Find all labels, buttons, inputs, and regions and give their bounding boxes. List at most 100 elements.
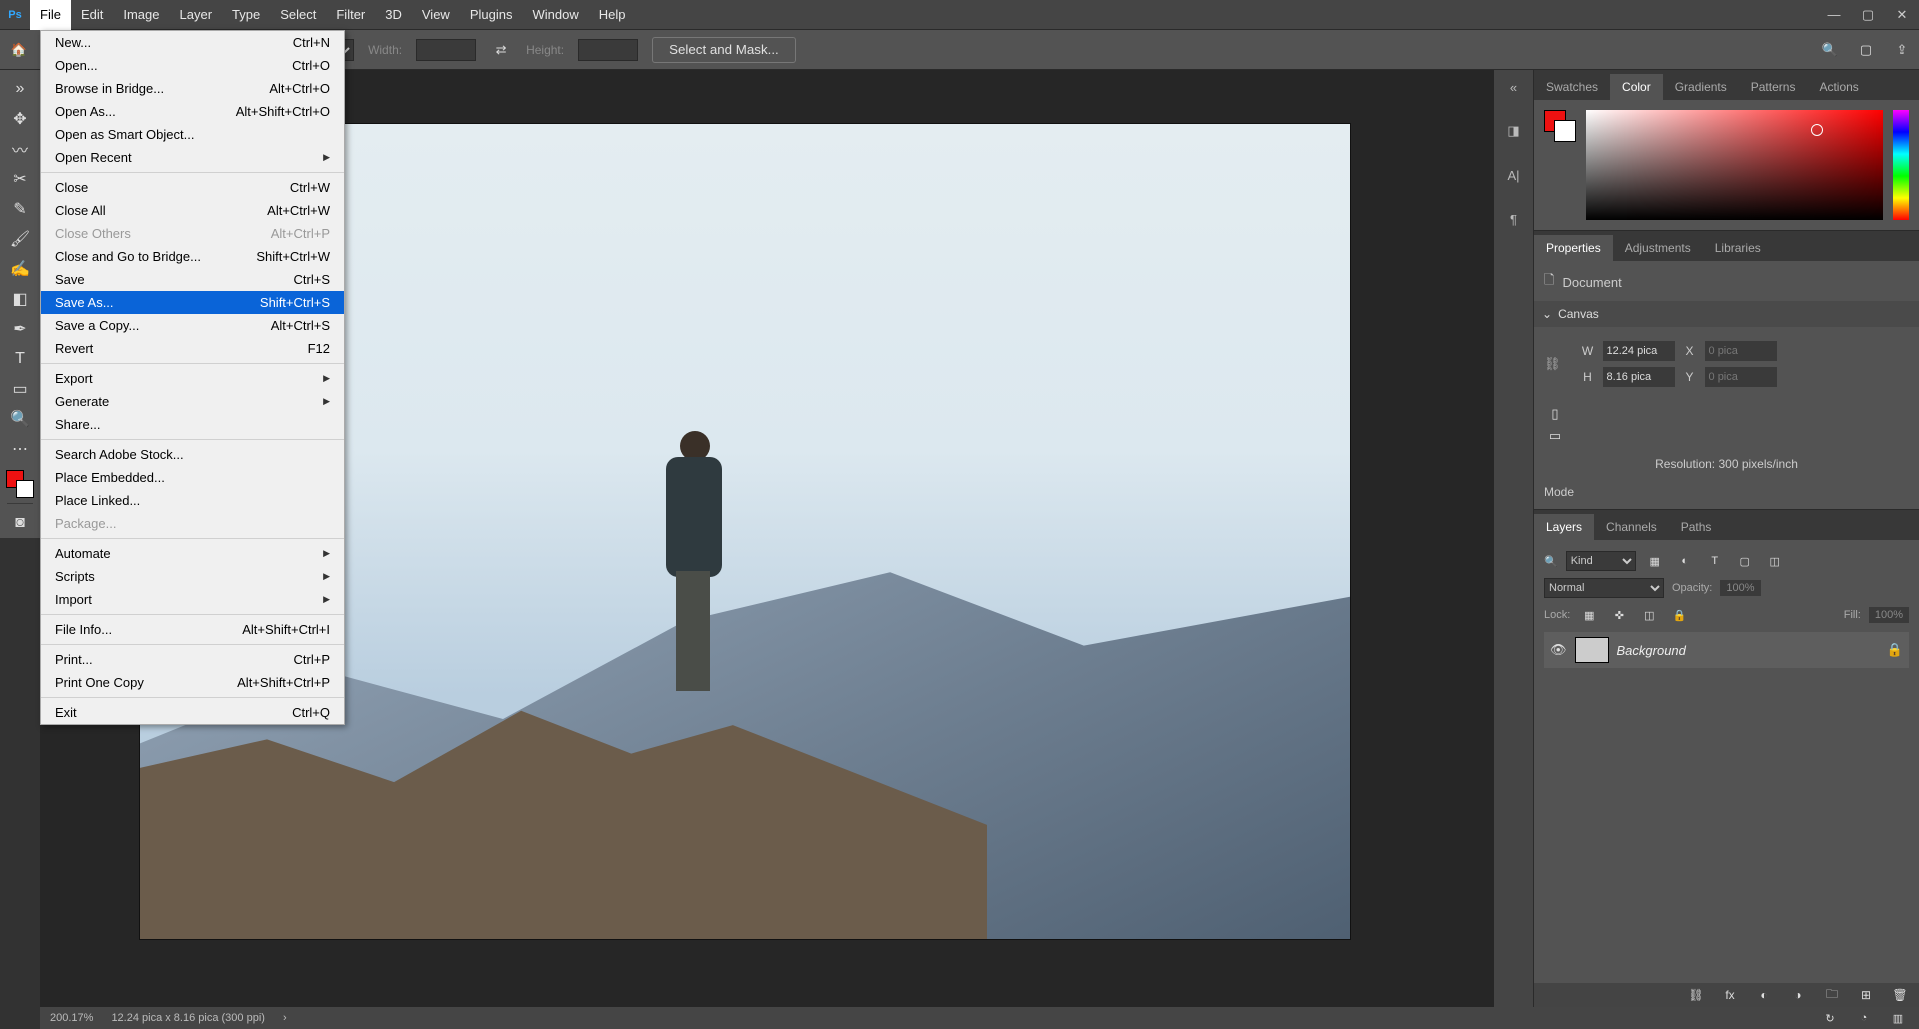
menu-item-print-one-copy[interactable]: Print One CopyAlt+Shift+Ctrl+P	[41, 671, 344, 694]
filter-pixel-icon[interactable]: ▦	[1644, 550, 1666, 572]
tab-swatches[interactable]: Swatches	[1534, 74, 1610, 100]
clone-tool[interactable]: ✍	[4, 255, 36, 283]
menu-3d[interactable]: 3D	[375, 0, 412, 30]
link-icon[interactable]: ⛓	[1544, 356, 1561, 372]
menu-item-close-all[interactable]: Close AllAlt+Ctrl+W	[41, 199, 344, 222]
blend-mode-select[interactable]: Normal	[1544, 578, 1664, 598]
lasso-tool[interactable]: 〰	[4, 135, 36, 163]
share-icon[interactable]: ⇪	[1891, 39, 1913, 61]
menu-item-import[interactable]: Import	[41, 588, 344, 611]
menu-item-place-embedded[interactable]: Place Embedded...	[41, 466, 344, 489]
menu-image[interactable]: Image	[113, 0, 169, 30]
menu-item-place-linked[interactable]: Place Linked...	[41, 489, 344, 512]
landscape-orient-icon[interactable]: ▭	[1544, 425, 1566, 447]
close-button[interactable]: ✕	[1885, 0, 1919, 30]
menu-view[interactable]: View	[412, 0, 460, 30]
menu-edit[interactable]: Edit	[71, 0, 113, 30]
home-icon[interactable]: 🏠	[6, 37, 32, 63]
layer-kind-filter[interactable]: Kind	[1566, 551, 1636, 571]
color-swatches[interactable]	[6, 470, 34, 498]
menu-item-share[interactable]: Share...	[41, 413, 344, 436]
menu-item-open-as[interactable]: Open As...Alt+Shift+Ctrl+O	[41, 100, 344, 123]
chevron-collapse-icon[interactable]: «	[1501, 74, 1527, 100]
zoom-tool[interactable]: 🔍	[4, 405, 36, 433]
menu-item-exit[interactable]: ExitCtrl+Q	[41, 701, 344, 724]
x-value[interactable]: 0 pica	[1705, 341, 1777, 361]
link-layers-icon[interactable]: ⛓	[1685, 984, 1707, 1006]
height-field[interactable]	[578, 39, 638, 61]
chevron-right-icon[interactable]: ›	[283, 1012, 287, 1024]
brush-tool[interactable]: 🖌	[4, 225, 36, 253]
tab-libraries[interactable]: Libraries	[1703, 235, 1773, 261]
history-icon[interactable]: ◨	[1501, 118, 1527, 144]
type-tool[interactable]: T	[4, 345, 36, 373]
menu-item-scripts[interactable]: Scripts	[41, 565, 344, 588]
y-value[interactable]: 0 pica	[1705, 367, 1777, 387]
tab-adjustments[interactable]: Adjustments	[1613, 235, 1703, 261]
chevron-icon[interactable]: »	[4, 75, 36, 103]
delete-layer-icon[interactable]: 🗑	[1889, 984, 1911, 1006]
opacity-value[interactable]: 100%	[1720, 580, 1760, 596]
minimize-button[interactable]: —	[1817, 0, 1851, 30]
tab-properties[interactable]: Properties	[1534, 235, 1613, 261]
width-field[interactable]	[416, 39, 476, 61]
menu-item-open-recent[interactable]: Open Recent	[41, 146, 344, 169]
menu-item-save-a-copy[interactable]: Save a Copy...Alt+Ctrl+S	[41, 314, 344, 337]
crop-tool[interactable]: ✂	[4, 165, 36, 193]
menu-item-print[interactable]: Print...Ctrl+P	[41, 648, 344, 671]
hue-slider[interactable]	[1893, 110, 1909, 220]
color-picker-field[interactable]	[1586, 110, 1883, 220]
quick-mask-tool[interactable]: ◙	[4, 509, 36, 537]
character-icon[interactable]: A|	[1501, 162, 1527, 188]
mask-icon[interactable]: ◐	[1753, 984, 1775, 1006]
visibility-icon[interactable]: 👁	[1550, 642, 1567, 658]
chevron-down-icon[interactable]: ⌄	[1542, 307, 1552, 321]
layer-row[interactable]: 👁 Background 🔒	[1544, 632, 1909, 668]
menu-item-automate[interactable]: Automate	[41, 542, 344, 565]
height-value[interactable]: 8.16 pica	[1603, 367, 1675, 387]
tab-gradients[interactable]: Gradients	[1663, 74, 1739, 100]
menu-window[interactable]: Window	[522, 0, 588, 30]
lock-pixels-icon[interactable]: ▦	[1578, 604, 1600, 626]
rectangle-tool[interactable]: ▭	[4, 375, 36, 403]
menu-item-file-info[interactable]: File Info...Alt+Shift+Ctrl+I	[41, 618, 344, 641]
lock-all-icon[interactable]: 🔒	[1668, 604, 1690, 626]
lock-artboard-icon[interactable]: ◫	[1638, 604, 1660, 626]
eyedropper-tool[interactable]: ✎	[4, 195, 36, 223]
tab-actions[interactable]: Actions	[1807, 74, 1870, 100]
adjustment-layer-icon[interactable]: ◑	[1787, 984, 1809, 1006]
menu-select[interactable]: Select	[270, 0, 326, 30]
menu-item-open-as-smart-object[interactable]: Open as Smart Object...	[41, 123, 344, 146]
zoom-level[interactable]: 200.17%	[50, 1012, 93, 1024]
settings-icon[interactable]: ▥	[1887, 1007, 1909, 1029]
maximize-button[interactable]: ▢	[1851, 0, 1885, 30]
lock-position-icon[interactable]: ✜	[1608, 604, 1630, 626]
menu-item-revert[interactable]: RevertF12	[41, 337, 344, 360]
search-icon[interactable]: 🔍	[1819, 39, 1841, 61]
portrait-orient-icon[interactable]: ▯	[1544, 403, 1566, 425]
new-layer-icon[interactable]: ⊞	[1855, 984, 1877, 1006]
more-tools[interactable]: ⋯	[4, 435, 36, 463]
menu-item-export[interactable]: Export	[41, 367, 344, 390]
menu-item-search-adobe-stock[interactable]: Search Adobe Stock...	[41, 443, 344, 466]
menu-item-close[interactable]: CloseCtrl+W	[41, 176, 344, 199]
tab-channels[interactable]: Channels	[1594, 514, 1669, 540]
tab-patterns[interactable]: Patterns	[1739, 74, 1808, 100]
menu-layer[interactable]: Layer	[170, 0, 223, 30]
menu-item-save-as[interactable]: Save As...Shift+Ctrl+S	[41, 291, 344, 314]
tab-paths[interactable]: Paths	[1669, 514, 1724, 540]
workspace-icon[interactable]: ▢	[1855, 39, 1877, 61]
menu-item-browse-in-bridge[interactable]: Browse in Bridge...Alt+Ctrl+O	[41, 77, 344, 100]
group-icon[interactable]: 🗀	[1821, 984, 1843, 1006]
menu-filter[interactable]: Filter	[326, 0, 375, 30]
filter-smart-icon[interactable]: ◫	[1764, 550, 1786, 572]
menu-item-open[interactable]: Open...Ctrl+O	[41, 54, 344, 77]
filter-type-icon[interactable]: T	[1704, 550, 1726, 572]
menu-item-close-and-go-to-bridge[interactable]: Close and Go to Bridge...Shift+Ctrl+W	[41, 245, 344, 268]
menu-plugins[interactable]: Plugins	[460, 0, 523, 30]
menu-file[interactable]: File	[30, 0, 71, 30]
notifications-icon[interactable]: ◔	[1853, 1007, 1875, 1029]
menu-item-generate[interactable]: Generate	[41, 390, 344, 413]
tab-color[interactable]: Color	[1610, 74, 1663, 100]
tab-layers[interactable]: Layers	[1534, 514, 1594, 540]
